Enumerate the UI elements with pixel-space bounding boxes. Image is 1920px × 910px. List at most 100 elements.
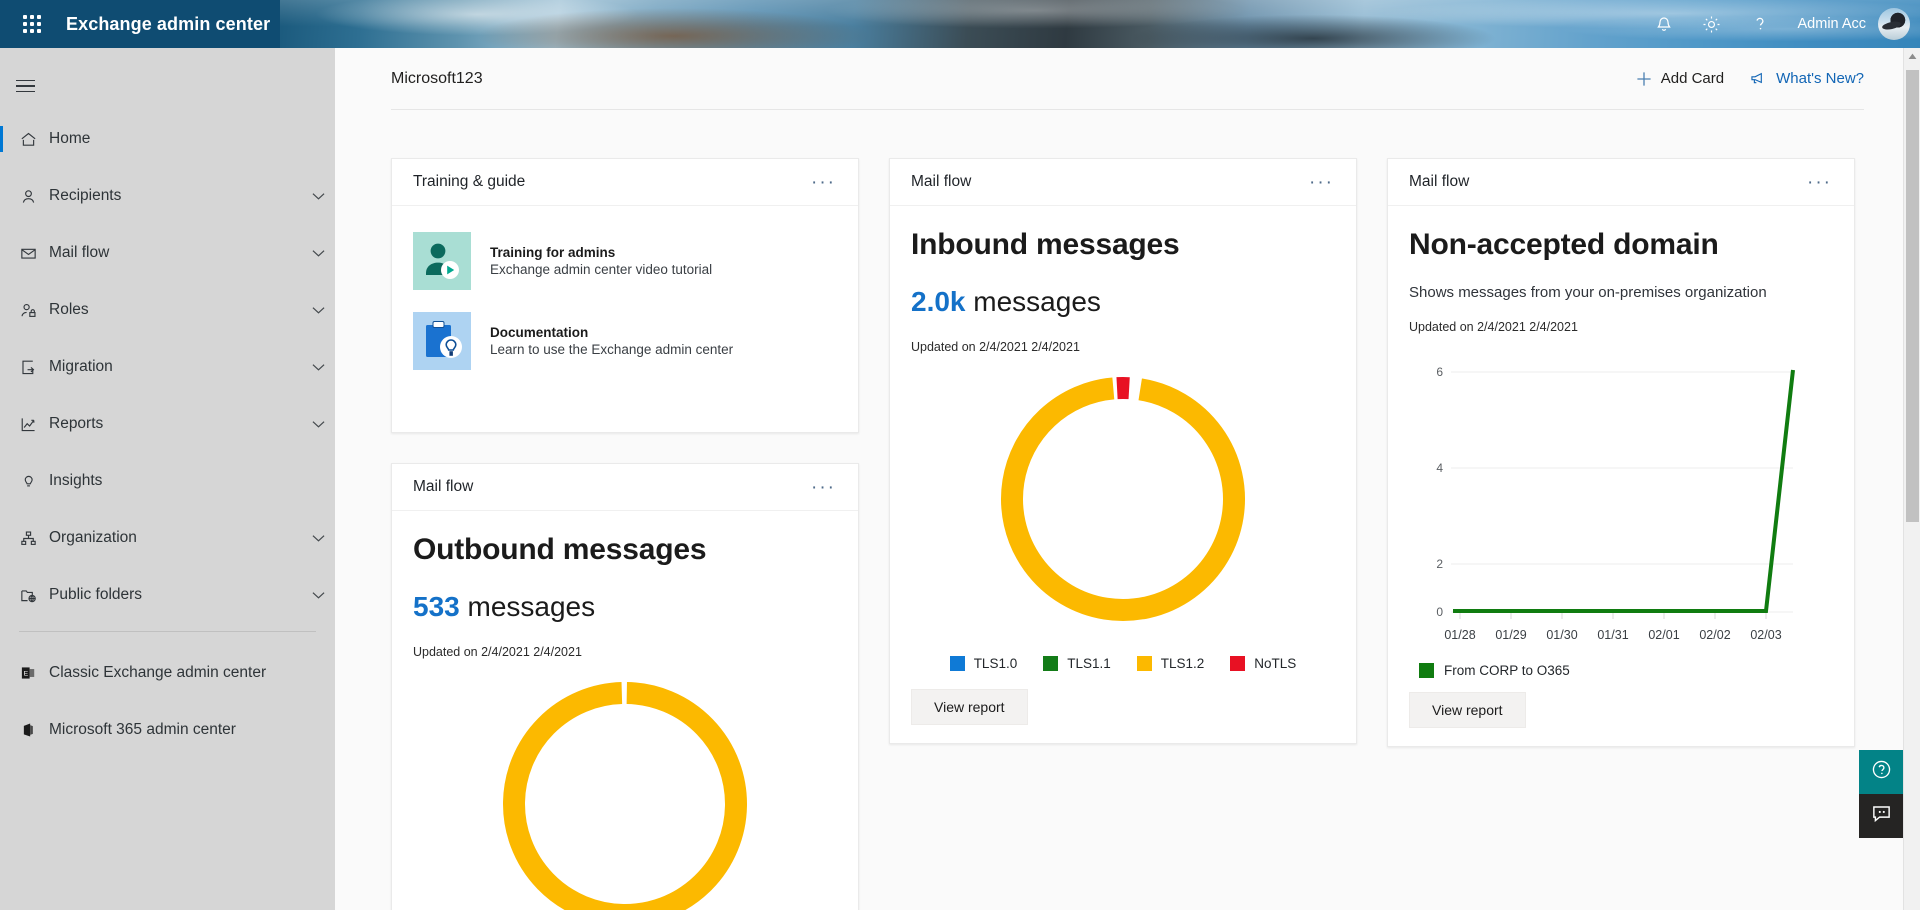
card-options-icon[interactable]: ··· xyxy=(811,173,836,192)
view-report-button[interactable]: View report xyxy=(911,689,1028,725)
legend-item[interactable]: TLS1.2 xyxy=(1137,656,1205,671)
metric-unit: messages xyxy=(468,591,596,622)
svg-text:02/01: 02/01 xyxy=(1648,628,1679,642)
non-accepted-domain-line-chart: 6 4 2 0 xyxy=(1409,350,1833,655)
sidebar-item-label: Reports xyxy=(49,415,301,433)
sidebar-item-home[interactable]: Home xyxy=(0,118,335,160)
legend-swatch xyxy=(1137,656,1152,671)
svg-text:6: 6 xyxy=(1436,365,1443,379)
legend-label: TLS1.1 xyxy=(1067,656,1111,671)
card-options-icon[interactable]: ··· xyxy=(1807,173,1832,192)
sidebar-divider xyxy=(19,631,316,632)
card-options-icon[interactable]: ··· xyxy=(1309,173,1334,192)
card-header: Mail flow ··· xyxy=(890,159,1356,206)
org-hierarchy-icon xyxy=(19,529,49,548)
sidebar-item-label: Home xyxy=(49,130,335,148)
svg-text:4: 4 xyxy=(1436,461,1443,475)
main-scrollbar[interactable] xyxy=(1903,48,1920,910)
card-body: Inbound messages 2.0k messages Updated o… xyxy=(890,206,1356,671)
legend-swatch xyxy=(1230,656,1245,671)
app-title: Exchange admin center xyxy=(66,14,270,35)
video-training-icon xyxy=(413,232,471,290)
sidebar-item-public-folders[interactable]: Public folders xyxy=(0,574,335,616)
svg-text:01/28: 01/28 xyxy=(1444,628,1475,642)
home-icon xyxy=(19,130,49,149)
metric: 533 messages xyxy=(413,591,837,623)
card-options-icon[interactable]: ··· xyxy=(811,478,836,497)
training-list: Training for admins Exchange admin cente… xyxy=(392,206,858,432)
chevron-down-icon[interactable] xyxy=(301,249,335,258)
user-name: Admin Acc xyxy=(1798,16,1867,32)
chart-line-icon xyxy=(19,415,49,434)
legend-swatch xyxy=(1043,656,1058,671)
sidebar-item-label: Recipients xyxy=(49,187,301,205)
floating-help-dock xyxy=(1859,750,1903,838)
legend-label: TLS1.0 xyxy=(974,656,1018,671)
legend-item[interactable]: NoTLS xyxy=(1230,656,1296,671)
sidebar-item-classic-exchange-admin-center[interactable]: E Classic Exchange admin center xyxy=(0,652,335,694)
whats-new-button[interactable]: What's New? xyxy=(1750,70,1864,87)
svg-text:01/30: 01/30 xyxy=(1546,628,1577,642)
add-card-button[interactable]: Add Card xyxy=(1636,70,1724,87)
chevron-down-icon[interactable] xyxy=(301,420,335,429)
list-item-text: Documentation Learn to use the Exchange … xyxy=(490,325,733,357)
avatar[interactable] xyxy=(1878,8,1910,40)
card-header: Mail flow ··· xyxy=(1388,159,1854,206)
legend-swatch xyxy=(950,656,965,671)
megaphone-icon xyxy=(1750,71,1767,86)
legend-swatch xyxy=(1419,663,1434,678)
sidebar-item-reports[interactable]: Reports xyxy=(0,403,335,445)
sidebar-item-recipients[interactable]: Recipients xyxy=(0,175,335,217)
sidebar-item-insights[interactable]: Insights xyxy=(0,460,335,502)
item-subtitle: Exchange admin center video tutorial xyxy=(490,262,712,277)
sidebar-item-label: Migration xyxy=(49,358,301,376)
list-item[interactable]: Documentation Learn to use the Exchange … xyxy=(413,312,837,370)
chevron-down-icon[interactable] xyxy=(301,306,335,315)
item-subtitle: Learn to use the Exchange admin center xyxy=(490,342,733,357)
card-footer: View report xyxy=(1388,678,1854,746)
metric-value: 2.0k xyxy=(911,286,966,317)
card-footer: View report xyxy=(890,671,1356,743)
main-content: Microsoft123 Add Card What's New? xyxy=(335,48,1920,910)
office-365-icon xyxy=(19,721,49,739)
updated-timestamp: Updated on 2/4/2021 2/4/2021 xyxy=(413,645,837,659)
sidebar-item-roles[interactable]: Roles xyxy=(0,289,335,331)
bell-icon[interactable] xyxy=(1640,0,1688,48)
help-button[interactable] xyxy=(1859,750,1903,794)
feedback-chat-icon xyxy=(1870,803,1893,829)
public-folder-icon xyxy=(19,586,49,605)
sidebar-nav: Home Recipients Mai xyxy=(0,118,335,751)
sidebar-item-mail-flow[interactable]: Mail flow xyxy=(0,232,335,274)
view-report-button[interactable]: View report xyxy=(1409,692,1526,728)
sidebar-item-label: Classic Exchange admin center xyxy=(49,664,335,682)
inbound-tls-donut xyxy=(911,368,1335,630)
user-account-menu[interactable]: Admin Acc xyxy=(1784,0,1911,48)
feedback-button[interactable] xyxy=(1859,794,1903,838)
question-mark-icon[interactable] xyxy=(1736,0,1784,48)
sidebar-item-microsoft-365-admin-center[interactable]: Microsoft 365 admin center xyxy=(0,709,335,751)
chevron-down-icon[interactable] xyxy=(301,192,335,201)
chevron-up-icon[interactable] xyxy=(1904,48,1920,65)
hamburger-menu-icon[interactable] xyxy=(16,62,64,110)
sidebar-item-organization[interactable]: Organization xyxy=(0,517,335,559)
card-heading: Non-accepted domain xyxy=(1409,228,1833,262)
dashboard-column-3: Mail flow ··· Non-accepted domain Shows … xyxy=(1387,158,1855,747)
scrollbar-thumb[interactable] xyxy=(1906,70,1919,522)
legend-item[interactable]: TLS1.1 xyxy=(1043,656,1111,671)
svg-text:2: 2 xyxy=(1436,557,1443,571)
add-card-label: Add Card xyxy=(1661,70,1724,87)
card-body: Outbound messages 533 messages Updated o… xyxy=(392,511,858,910)
app-launcher-icon[interactable] xyxy=(8,0,56,48)
chevron-down-icon[interactable] xyxy=(301,534,335,543)
chevron-down-icon[interactable] xyxy=(301,363,335,372)
legend-item[interactable]: TLS1.0 xyxy=(950,656,1018,671)
metric: 2.0k messages xyxy=(911,286,1335,318)
sidebar-item-migration[interactable]: Migration xyxy=(0,346,335,388)
training-and-guide-card: Training & guide ··· xyxy=(391,158,859,433)
card-title: Mail flow xyxy=(911,173,971,191)
non-accepted-domain-card: Mail flow ··· Non-accepted domain Shows … xyxy=(1387,158,1855,747)
chevron-down-icon[interactable] xyxy=(301,591,335,600)
svg-text:01/29: 01/29 xyxy=(1495,628,1526,642)
gear-icon[interactable] xyxy=(1688,0,1736,48)
list-item[interactable]: Training for admins Exchange admin cente… xyxy=(413,232,837,290)
